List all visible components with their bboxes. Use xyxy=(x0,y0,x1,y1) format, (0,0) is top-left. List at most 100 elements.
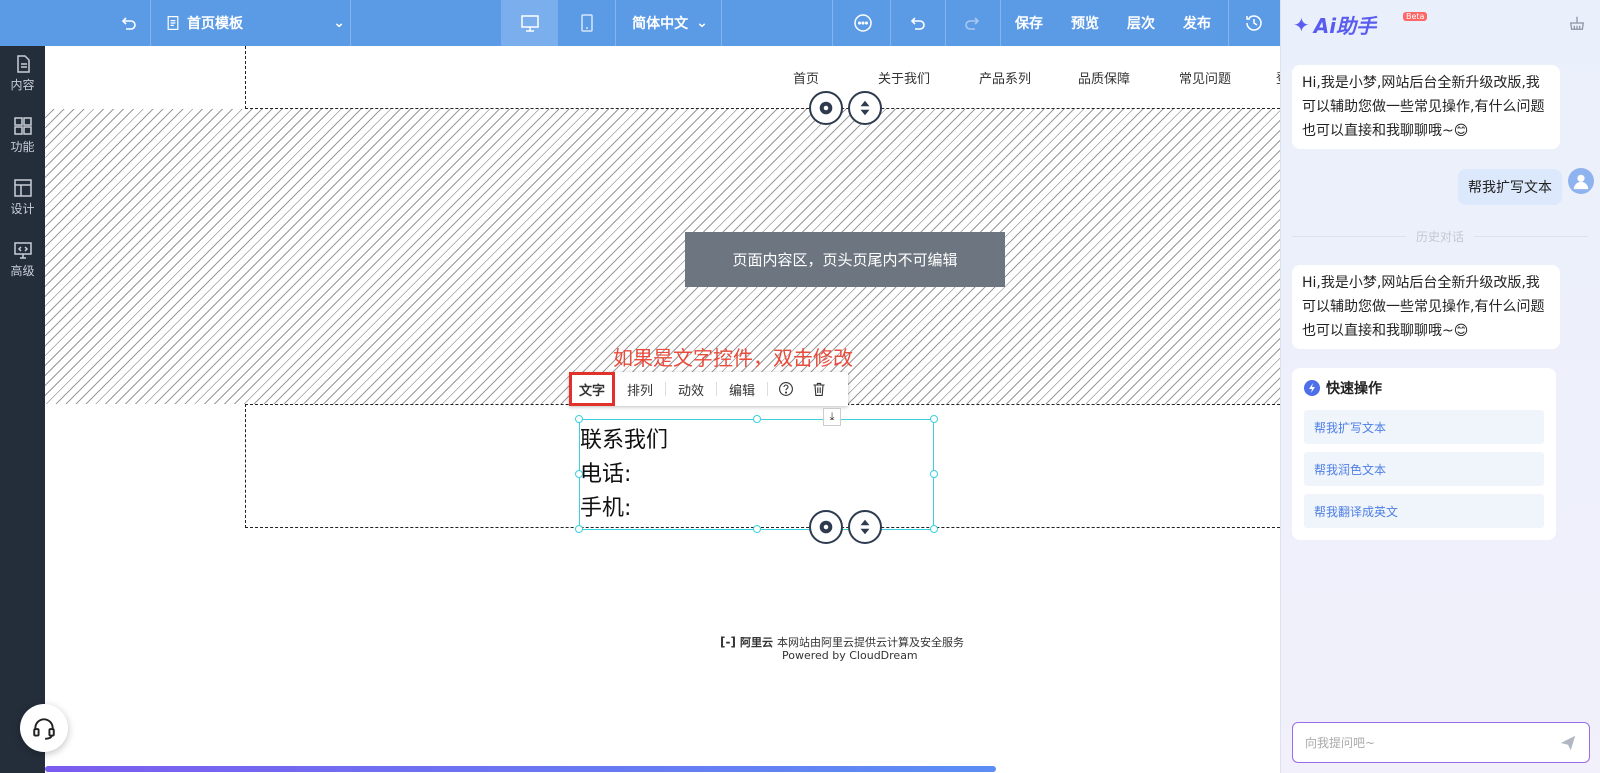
sidebar-item-label: 功能 xyxy=(10,140,35,154)
save-label: 保存 xyxy=(1015,16,1043,32)
code-monitor-icon xyxy=(13,242,32,259)
editor-canvas: 首页 关于我们 产品系列 品质保障 常见问题 登 页面内容区，页头页尾内不可编辑… xyxy=(45,46,1280,773)
more-dots-icon xyxy=(854,14,872,32)
control-edit-label: 编辑 xyxy=(728,383,755,399)
control-animation-label: 动效 xyxy=(677,383,704,399)
quick-actions-label: 快速操作 xyxy=(1326,381,1382,397)
header-settings-button[interactable] xyxy=(809,91,843,125)
page-icon xyxy=(167,16,179,30)
mobile-view-button[interactable] xyxy=(558,0,615,46)
history-button[interactable] xyxy=(1232,0,1276,46)
gear-icon xyxy=(819,520,833,534)
delete-button[interactable] xyxy=(804,372,834,406)
preview-label: 预览 xyxy=(1071,16,1099,32)
nav-link-products[interactable]: 产品系列 xyxy=(979,68,1031,87)
language-select[interactable]: 简体中文 ⌄ xyxy=(625,0,715,46)
resize-handle[interactable] xyxy=(930,415,938,423)
footer-move-button[interactable] xyxy=(848,510,882,544)
grid-icon xyxy=(13,117,32,135)
quick-actions-title: 快速操作 xyxy=(1304,378,1382,398)
footer-settings-button[interactable] xyxy=(809,510,843,544)
site-header-area: 首页 关于我们 产品系列 品质保障 常见问题 登 xyxy=(245,46,1280,109)
page-template-label: 首页模板 xyxy=(187,16,243,32)
chevron-down-icon: ⌄ xyxy=(333,15,345,31)
text-line-phone: 电话: xyxy=(580,462,632,487)
undo-page-button[interactable] xyxy=(110,0,146,46)
ai-logo: ✦ Ai助手 xyxy=(1293,10,1376,39)
nav-link-about[interactable]: 关于我们 xyxy=(878,68,930,87)
undo-button[interactable] xyxy=(896,0,938,46)
ai-title: Ai助手 xyxy=(1313,14,1377,38)
undo-icon xyxy=(910,17,925,30)
more-button[interactable] xyxy=(842,0,884,46)
language-label: 简体中文 xyxy=(632,16,689,32)
help-button[interactable] xyxy=(768,372,804,406)
layers-label: 层次 xyxy=(1127,16,1155,32)
resize-handle[interactable] xyxy=(753,415,761,423)
save-button[interactable]: 保存 xyxy=(1002,0,1056,46)
page-template-select[interactable]: 首页模板 ⌄ xyxy=(165,0,345,46)
ai-greeting-message: Hi,我是小梦,网站后台全新升级改版,我可以辅助您做一些常见操作,有什么问题也可… xyxy=(1292,65,1560,149)
sidebar-item-functions[interactable]: 功能 xyxy=(0,116,45,166)
sidebar-item-label: 内容 xyxy=(10,78,35,92)
send-icon[interactable] xyxy=(1559,734,1577,752)
resize-handle[interactable] xyxy=(930,525,938,533)
resize-handle[interactable] xyxy=(575,525,583,533)
sidebar-item-advanced[interactable]: 高级 xyxy=(0,240,45,290)
user-avatar xyxy=(1568,168,1594,194)
user-message: 帮我扩写文本 xyxy=(1458,169,1562,205)
loading-progress-bar xyxy=(45,766,996,772)
header-move-button[interactable] xyxy=(848,91,882,125)
control-edit-button[interactable]: 编辑 xyxy=(717,372,767,406)
desktop-view-button[interactable] xyxy=(501,0,558,46)
control-text-label: 文字 xyxy=(578,383,605,399)
sidebar-item-content[interactable]: 内容 xyxy=(0,54,45,104)
quick-action-polish[interactable]: 帮我润色文本 xyxy=(1304,452,1544,486)
top-toolbar: 首页模板 ⌄ 简体中文 ⌄ 保存 预览 层次 发布 xyxy=(0,0,1280,46)
user-icon xyxy=(1573,174,1589,190)
clear-button[interactable] xyxy=(1568,14,1586,36)
resize-handle[interactable] xyxy=(753,525,761,533)
resize-handle[interactable] xyxy=(930,470,938,478)
control-animation-button[interactable]: 动效 xyxy=(666,372,716,406)
footer-line1: 本网站由阿里云提供云计算及安全服务 xyxy=(776,636,964,649)
text-line-mobile: 手机: xyxy=(580,496,632,521)
edit-hint: 如果是文字控件，双击修改 xyxy=(613,346,853,370)
mobile-icon xyxy=(580,14,593,32)
control-toolbar: 文字 排列 动效 编辑 xyxy=(569,372,848,406)
layers-button[interactable]: 层次 xyxy=(1114,0,1168,46)
text-line-title: 联系我们 xyxy=(580,428,669,453)
control-arrange-button[interactable]: 排列 xyxy=(615,372,665,406)
nav-link-faq[interactable]: 常见问题 xyxy=(1179,68,1231,87)
quick-action-expand[interactable]: 帮我扩写文本 xyxy=(1304,410,1544,444)
nav-link-quality[interactable]: 品质保障 xyxy=(1078,68,1130,87)
quick-action-translate[interactable]: 帮我翻译成英文 xyxy=(1304,494,1544,528)
download-icon[interactable]: ⤓ xyxy=(823,408,841,426)
layout-icon xyxy=(13,179,32,197)
footer-line2: Powered by CloudDream xyxy=(782,649,918,662)
help-icon xyxy=(779,382,793,396)
trash-icon xyxy=(813,382,825,396)
sidebar-item-design[interactable]: 设计 xyxy=(0,178,45,228)
left-sidebar: 内容 功能 设计 高级 xyxy=(0,0,45,773)
back-arrow-icon xyxy=(121,17,136,30)
up-down-arrow-icon xyxy=(860,519,870,535)
nav-link-home[interactable]: 首页 xyxy=(793,68,819,87)
control-text-button[interactable]: 文字 xyxy=(569,372,615,406)
quick-actions-card: 快速操作 帮我扩写文本 帮我润色文本 帮我翻译成英文 xyxy=(1292,368,1556,540)
ai-greeting-message: Hi,我是小梦,网站后台全新升级改版,我可以辅助您做一些常见操作,有什么问题也可… xyxy=(1292,265,1560,349)
broom-icon xyxy=(1569,16,1585,30)
ai-question-input[interactable]: 向我提问吧~ xyxy=(1292,722,1590,763)
footer-brand: 阿里云 xyxy=(739,636,773,649)
ai-input-placeholder: 向我提问吧~ xyxy=(1305,736,1376,750)
preview-button[interactable]: 预览 xyxy=(1058,0,1112,46)
publish-label: 发布 xyxy=(1183,16,1211,32)
publish-button[interactable]: 发布 xyxy=(1170,0,1224,46)
customer-support-button[interactable] xyxy=(20,704,68,752)
chevron-down-icon: ⌄ xyxy=(696,15,708,31)
history-label: 历史对话 xyxy=(1416,230,1465,244)
gear-icon xyxy=(819,101,833,115)
desktop-icon xyxy=(520,15,539,32)
history-clock-icon xyxy=(1246,15,1262,31)
redo-button[interactable] xyxy=(952,0,994,46)
